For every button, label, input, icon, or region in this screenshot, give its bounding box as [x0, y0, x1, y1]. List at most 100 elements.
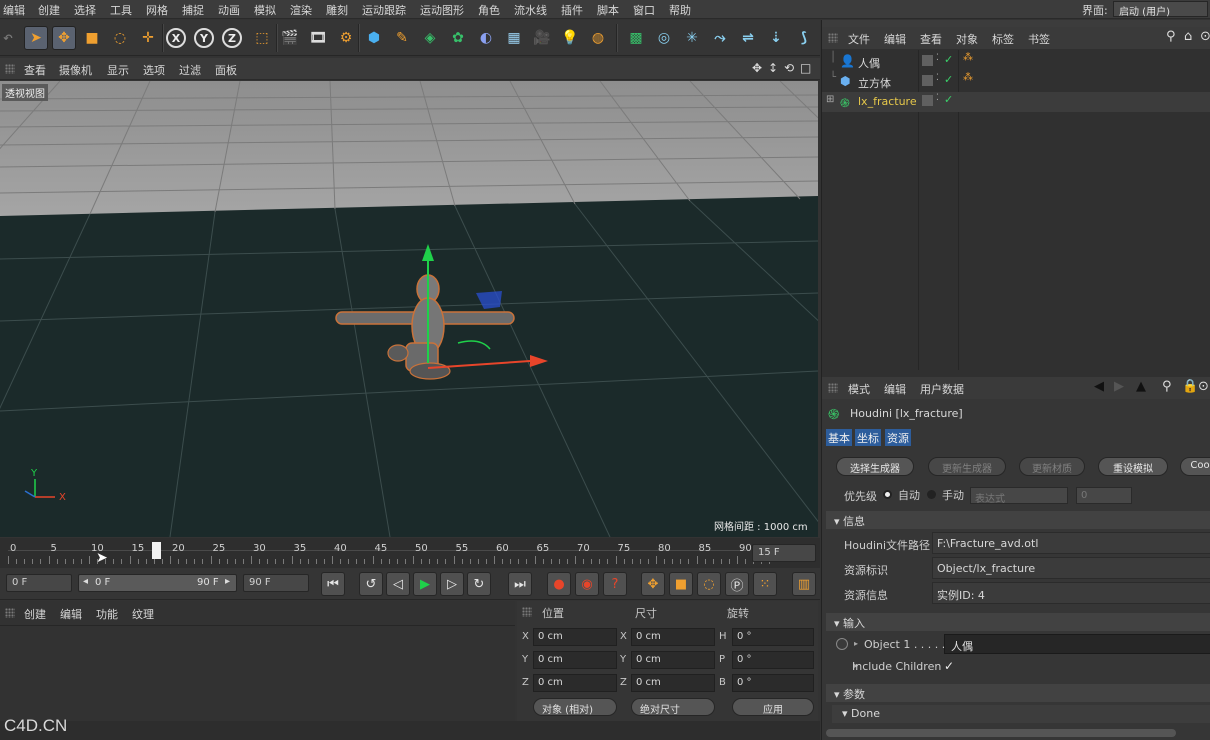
enabled-check-icon[interactable]: ✓: [944, 93, 953, 106]
menu-pipeline[interactable]: 流水线: [514, 2, 547, 18]
render-view-icon[interactable]: 🎬: [278, 26, 302, 50]
up-arrow-icon[interactable]: ▲: [1136, 379, 1146, 394]
viewport-maximize-icon[interactable]: □: [800, 61, 811, 75]
select-generator-button[interactable]: 选择生成器: [836, 457, 914, 476]
3d-viewport[interactable]: 透视视图 Y X 网格间距 : 1000 cm: [0, 81, 818, 537]
object-row[interactable]: ⊞ ֍ lx_fracture ⁚ ✓: [822, 92, 1210, 112]
om-menu-edit[interactable]: 编辑: [884, 31, 906, 47]
play-icon[interactable]: ▶: [413, 572, 437, 596]
undo-icon[interactable]: ↶: [1, 26, 15, 50]
layer-icon[interactable]: [922, 75, 933, 86]
home-icon[interactable]: ⌂: [1184, 29, 1192, 44]
om-menu-file[interactable]: 文件: [848, 31, 870, 47]
animate-param-icon[interactable]: [836, 638, 848, 650]
menu-mograph[interactable]: 运动图形: [420, 2, 464, 18]
layer-icon[interactable]: [922, 95, 933, 106]
visibility-dots-icon[interactable]: ⁚: [936, 73, 939, 83]
menu-animate[interactable]: 动画: [218, 2, 240, 18]
pin-icon[interactable]: ⊙: [1198, 379, 1209, 394]
panel-grip-icon[interactable]: [828, 33, 838, 43]
expand-param-icon[interactable]: ▸: [854, 639, 858, 648]
search-icon[interactable]: ⚲: [1166, 29, 1176, 44]
object-row[interactable]: └ ⬢ 立方体 ⁚ ✓ ⁂: [822, 72, 1210, 92]
magnet-icon[interactable]: ⤳: [708, 26, 732, 50]
viewport-pan-icon[interactable]: ✥: [752, 61, 762, 75]
size-z-field[interactable]: 0 cm: [631, 674, 715, 692]
cook-button[interactable]: Coo: [1180, 457, 1210, 476]
menu-window[interactable]: 窗口: [633, 2, 655, 18]
menu-create[interactable]: 创建: [38, 2, 60, 18]
frame-range-slider[interactable]: ◂ 0 F 90 F ▸: [78, 574, 237, 592]
record-keys-icon[interactable]: ●: [547, 572, 571, 596]
horizontal-scrollbar[interactable]: [826, 729, 1176, 737]
axis-icon[interactable]: ⟆: [792, 26, 816, 50]
key-rotation-icon[interactable]: ◌: [697, 572, 721, 596]
visibility-dots-icon[interactable]: ⁚: [936, 93, 939, 103]
tab-coord[interactable]: 坐标: [855, 429, 881, 446]
rotate-icon[interactable]: ◌: [108, 26, 132, 50]
houdini-file-path-field[interactable]: F:\Fracture_avd.otl: [932, 532, 1210, 554]
key-scale-icon[interactable]: ■: [669, 572, 693, 596]
render-picture-viewer-icon[interactable]: 🎞: [306, 26, 330, 50]
timeline-window-icon[interactable]: ▥: [792, 572, 816, 596]
material-menu-edit[interactable]: 编辑: [60, 606, 82, 622]
apply-button[interactable]: 应用: [732, 698, 814, 716]
cursor-icon[interactable]: ➤: [24, 26, 48, 50]
menu-render[interactable]: 渲染: [290, 2, 312, 18]
timeline-frame-field[interactable]: 15 F: [752, 544, 816, 562]
size-mode-dropdown[interactable]: 绝对尺寸: [631, 698, 715, 716]
menu-snap[interactable]: 捕捉: [182, 2, 204, 18]
z-axis-icon[interactable]: Z: [222, 28, 242, 48]
priority-manual-radio[interactable]: [927, 490, 936, 499]
section-params[interactable]: ▾ 参数: [826, 684, 1210, 702]
viewport-menu-options[interactable]: 选项: [143, 62, 165, 78]
asset-id-field[interactable]: Object/lx_fracture: [932, 557, 1210, 579]
start-frame-field[interactable]: 0 F: [6, 574, 72, 592]
scene-icon[interactable]: ◍: [586, 26, 610, 50]
visibility-dots-icon[interactable]: ⁚: [936, 53, 939, 63]
workplane-icon[interactable]: ▩: [624, 26, 648, 50]
goto-end-icon[interactable]: ⏭: [508, 572, 532, 596]
position-z-field[interactable]: 0 cm: [533, 674, 617, 692]
enabled-check-icon[interactable]: ✓: [944, 53, 953, 66]
end-frame-field[interactable]: 90 F: [243, 574, 309, 592]
section-input[interactable]: ▾ 输入: [826, 613, 1210, 631]
autokey-icon[interactable]: ◉: [575, 572, 599, 596]
material-menu-create[interactable]: 创建: [24, 606, 46, 622]
menu-tools[interactable]: 工具: [110, 2, 132, 18]
timeline-playhead[interactable]: [151, 542, 161, 559]
x-axis-icon[interactable]: X: [166, 28, 186, 48]
layer-icon[interactable]: [922, 55, 933, 66]
expand-icon[interactable]: ⊞: [826, 94, 834, 105]
menu-edit[interactable]: 编辑: [3, 2, 25, 18]
reset-simulation-button[interactable]: 重设模拟: [1098, 457, 1168, 476]
menu-help[interactable]: 帮助: [669, 2, 691, 18]
panel-grip-icon[interactable]: [828, 383, 838, 393]
key-position-icon[interactable]: ✥: [641, 572, 665, 596]
viewport-menu-filter[interactable]: 过滤: [179, 62, 201, 78]
timeline-ruler[interactable]: 0 5 10 15 20 25 30 35 40 45 50 55 60 65 70 75 80 85 90 15 …: [0, 538, 820, 568]
om-menu-bookmarks[interactable]: 书签: [1028, 31, 1050, 47]
menu-script[interactable]: 脚本: [597, 2, 619, 18]
am-menu-userdata[interactable]: 用户数据: [920, 381, 964, 397]
search-icon[interactable]: ⚲: [1162, 379, 1172, 394]
keyframe-selection-icon[interactable]: ?: [603, 572, 627, 596]
camera-icon[interactable]: 🎥: [530, 26, 554, 50]
enabled-check-icon[interactable]: ✓: [944, 73, 953, 86]
priority-auto-radio[interactable]: [883, 490, 892, 499]
pin-icon[interactable]: ⊙: [1200, 29, 1210, 44]
pen-icon[interactable]: ✎: [390, 26, 414, 50]
section-info[interactable]: ▾ 信息: [826, 511, 1210, 529]
panel-grip-icon[interactable]: [522, 607, 532, 617]
viewport-zoom-icon[interactable]: ↕: [768, 61, 778, 75]
include-children-checkbox[interactable]: ✓: [944, 659, 954, 673]
symmetry-icon[interactable]: ✳: [680, 26, 704, 50]
viewport-orbit-icon[interactable]: ⟲: [784, 61, 794, 75]
tab-assets[interactable]: 资源: [885, 429, 911, 446]
priority-value-field[interactable]: 0: [1076, 487, 1132, 504]
layout-dropdown[interactable]: 启动 (用户): [1113, 1, 1208, 18]
back-arrow-icon[interactable]: ◀: [1094, 379, 1104, 394]
menu-character[interactable]: 角色: [478, 2, 500, 18]
y-axis-icon[interactable]: Y: [194, 28, 214, 48]
om-menu-object[interactable]: 对象: [956, 31, 978, 47]
